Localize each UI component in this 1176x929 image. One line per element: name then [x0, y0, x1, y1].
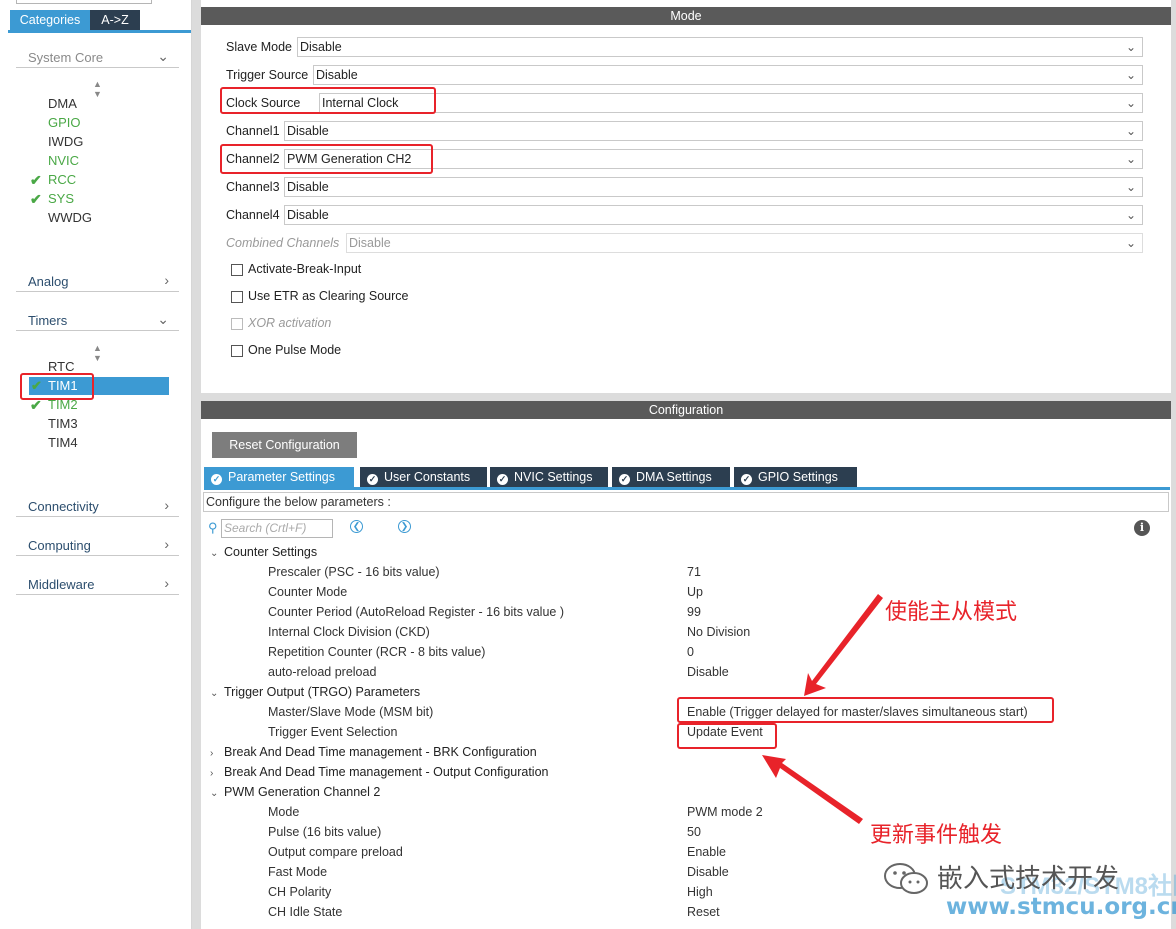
arrow-to-msm — [804, 594, 883, 696]
watermark-url: www.stmcu.org.cn — [946, 894, 1176, 920]
msm-annotation: 使能主从模式 — [885, 600, 1018, 625]
update-event-annotation: 更新事件触发 — [870, 823, 1003, 848]
annotation-arrows — [762, 594, 883, 824]
wechat-logo-icon — [884, 863, 928, 894]
arrow-to-update-event — [762, 755, 863, 824]
watermark-chinese: 嵌入式技术开发 — [937, 864, 1120, 894]
